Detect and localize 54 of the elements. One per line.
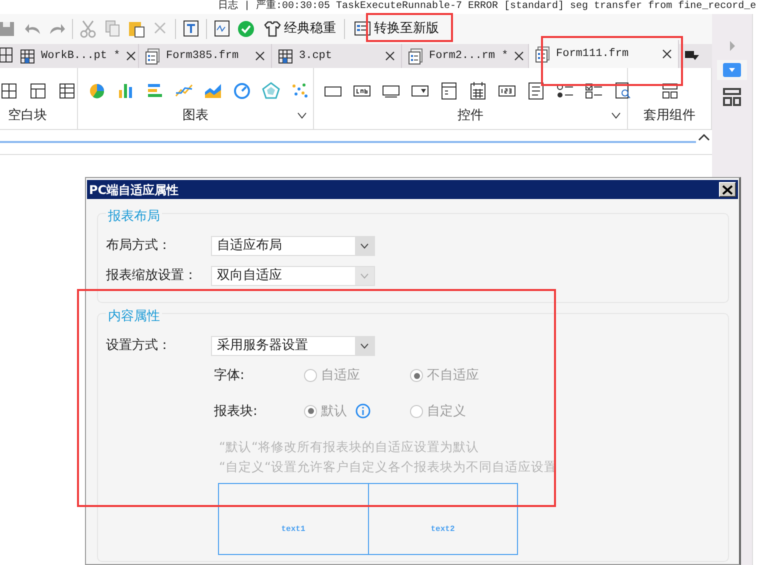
select-field[interactable]: 自适应布局	[211, 236, 375, 256]
close-icon[interactable]	[385, 51, 395, 61]
theme-button[interactable]: 经典稳重	[261, 19, 338, 39]
dropdown-widget-icon[interactable]	[717, 60, 747, 80]
form-icon[interactable]	[440, 81, 458, 101]
block-label: text1	[281, 524, 306, 536]
table-file-icon	[278, 48, 293, 64]
shirt-icon	[263, 19, 281, 39]
form-file-icon	[408, 48, 423, 64]
chevron-down-icon	[360, 343, 369, 349]
layout-icon[interactable]	[0, 81, 18, 101]
group-header[interactable]: 空白块	[0, 104, 77, 128]
switch-version-button[interactable]: 转换至新版	[351, 19, 441, 39]
layout-icon[interactable]	[660, 81, 678, 101]
pie-chart-icon[interactable]	[88, 81, 106, 101]
layout-icon[interactable]	[58, 81, 76, 101]
close-icon[interactable]	[126, 51, 136, 61]
hint-text: “默认“将修改所有报表块的自适应设置为默认	[219, 438, 480, 456]
checkbox-list-icon[interactable]	[585, 81, 603, 101]
close-icon[interactable]	[514, 51, 524, 61]
gauge-icon[interactable]	[233, 81, 251, 101]
layout-icon[interactable]	[723, 88, 741, 106]
form-file-icon	[145, 48, 160, 64]
file-tab[interactable]: Form111.frm	[529, 40, 679, 68]
calendar-icon[interactable]	[469, 81, 487, 101]
field-label: 报表块:	[214, 402, 258, 420]
chevron-down-icon[interactable]	[297, 112, 307, 120]
dialog-title: PC端自适应属性	[89, 182, 179, 198]
chevron-down-icon	[360, 243, 369, 249]
field-label: 字体:	[214, 367, 246, 385]
bar-chart-icon[interactable]	[117, 81, 135, 101]
paste-icon[interactable]	[127, 19, 145, 39]
field-label: 报表缩放设置：	[106, 267, 198, 286]
preview-icon[interactable]	[213, 19, 231, 39]
table-file-icon	[20, 48, 35, 64]
text-format-icon[interactable]	[182, 19, 200, 39]
close-icon[interactable]	[255, 51, 265, 61]
group-header[interactable]: 套用组件	[628, 104, 711, 128]
layout-icon[interactable]	[29, 81, 47, 101]
select-field[interactable]: 采用服务器设置	[211, 336, 375, 356]
chevron-down-icon	[360, 273, 369, 279]
field-label: 设置方式：	[106, 337, 172, 356]
form-file-icon	[535, 46, 550, 62]
search-doc-icon[interactable]	[614, 81, 632, 101]
group-header[interactable]: 控件	[314, 104, 627, 128]
field-label: 布局方式：	[106, 237, 172, 256]
log-message: 日志 | 严重:00:30:05 TaskExecuteRunnable-7 ERROR [standard] seg transfer from fine_record_e	[218, 0, 756, 14]
block-label: text2	[430, 524, 455, 536]
check-icon[interactable]	[237, 19, 255, 39]
text-list-icon[interactable]	[527, 81, 545, 101]
group-header[interactable]: 图表	[78, 104, 313, 128]
chevron-down-icon[interactable]	[611, 112, 621, 120]
close-button[interactable]	[719, 182, 736, 197]
close-icon[interactable]	[662, 49, 672, 59]
